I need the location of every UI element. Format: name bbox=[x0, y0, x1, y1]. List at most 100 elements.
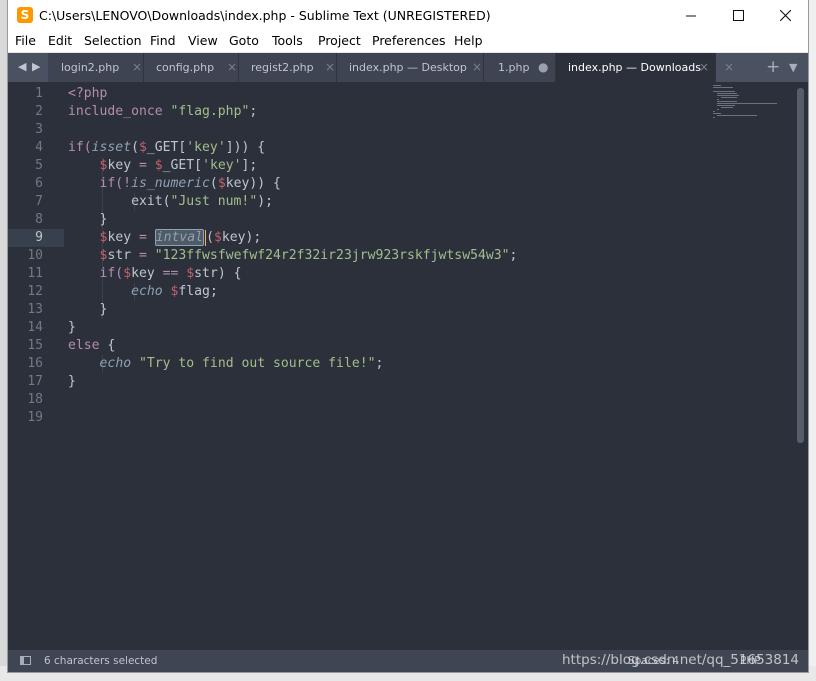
variable: key bbox=[107, 158, 132, 173]
code-line-1: <?php bbox=[68, 85, 107, 103]
variable-sigil: $ bbox=[217, 176, 226, 191]
line-number: 6 bbox=[35, 176, 43, 191]
maximize-button[interactable] bbox=[715, 0, 761, 31]
tab-config[interactable]: config.php × bbox=[144, 53, 239, 82]
code-text: ])) { bbox=[225, 140, 266, 155]
menu-project[interactable]: Project bbox=[318, 33, 361, 48]
minimap-line bbox=[717, 109, 719, 110]
line-number: 7 bbox=[35, 194, 43, 209]
code-text: } bbox=[68, 374, 76, 389]
tab-close-icon[interactable]: × bbox=[472, 60, 482, 74]
tab-index-downloads[interactable]: index.php — Downloads × bbox=[556, 53, 716, 82]
line-number: 10 bbox=[27, 248, 43, 263]
minimap-line bbox=[717, 103, 777, 104]
variable: key bbox=[131, 266, 155, 281]
keyword-echo: echo bbox=[99, 356, 132, 371]
selected-text[interactable]: intval bbox=[154, 229, 205, 246]
menu-edit[interactable]: Edit bbox=[48, 33, 72, 48]
code-text: ( bbox=[209, 176, 218, 191]
scrollbar-thumb[interactable] bbox=[797, 88, 804, 443]
tab-label: login2.php bbox=[61, 61, 120, 74]
operator: = bbox=[131, 158, 155, 173]
menu-help[interactable]: Help bbox=[454, 33, 483, 48]
menu-find[interactable]: Find bbox=[150, 33, 176, 48]
code-line-15: else { bbox=[68, 337, 115, 355]
sidebar-toggle-icon[interactable] bbox=[20, 656, 31, 665]
variable-sigil: $ bbox=[138, 140, 147, 155]
extra-tab-close-icon[interactable]: × bbox=[724, 60, 734, 74]
tab-menu-chevron-down-icon[interactable]: ▼ bbox=[789, 61, 797, 74]
string: 'key' bbox=[186, 140, 226, 155]
tab-close-icon[interactable]: × bbox=[699, 60, 709, 74]
line-number: 15 bbox=[27, 338, 43, 353]
function-name: is_numeric bbox=[131, 176, 210, 191]
code-text: flag; bbox=[178, 284, 218, 299]
minimap-line bbox=[713, 117, 715, 118]
code-text: ; bbox=[509, 248, 518, 263]
tab-regist2[interactable]: regist2.php × bbox=[239, 53, 337, 82]
minimap-line bbox=[721, 97, 737, 98]
menu-preferences[interactable]: Preferences bbox=[372, 33, 446, 48]
minimap-line bbox=[721, 107, 733, 108]
menu-file[interactable]: File bbox=[15, 33, 36, 48]
minimap-line bbox=[713, 85, 721, 86]
tab-1php[interactable]: 1.php ● bbox=[484, 53, 556, 82]
menu-tools[interactable]: Tools bbox=[272, 33, 303, 48]
code-line-5: $key = $_GET['key']; bbox=[68, 157, 258, 175]
tab-close-icon[interactable]: × bbox=[132, 60, 142, 74]
code-line-17: } bbox=[68, 373, 76, 391]
tab-login2[interactable]: login2.php × bbox=[48, 53, 144, 82]
code-text: ; bbox=[249, 104, 258, 119]
line-number: 1 bbox=[35, 86, 43, 101]
minimize-button[interactable] bbox=[668, 0, 714, 31]
close-button[interactable] bbox=[762, 0, 808, 31]
string: "flag.php" bbox=[170, 104, 250, 119]
tab-index-desktop[interactable]: index.php — Desktop × bbox=[337, 53, 484, 82]
menu-selection[interactable]: Selection bbox=[84, 33, 142, 48]
variable: key bbox=[107, 230, 132, 245]
new-tab-plus-icon[interactable]: + bbox=[766, 57, 780, 77]
keyword: else bbox=[68, 338, 100, 353]
unsaved-dot-icon[interactable]: ● bbox=[538, 60, 548, 74]
tab-close-icon[interactable]: × bbox=[325, 60, 335, 74]
tab-scroll-right-icon[interactable]: ▶ bbox=[32, 60, 40, 73]
code-text: { bbox=[99, 338, 116, 353]
selection-status: 6 characters selected bbox=[44, 655, 158, 667]
code-line-12: echo $flag; bbox=[68, 283, 218, 301]
minimap[interactable] bbox=[713, 85, 793, 125]
keyword: if(! bbox=[68, 176, 132, 191]
code-line-16: echo "Try to find out source file!"; bbox=[68, 355, 384, 373]
minimap-line bbox=[713, 87, 733, 88]
line-number: 4 bbox=[35, 140, 43, 155]
minimize-icon bbox=[686, 15, 696, 16]
variable-sigil: $ bbox=[186, 266, 195, 281]
code-text: ( bbox=[131, 140, 139, 155]
menu-view[interactable]: View bbox=[188, 33, 218, 48]
code-text: _GET[ bbox=[146, 140, 187, 155]
status-bar: 6 characters selected Spaces: 4 PHP http… bbox=[8, 650, 808, 672]
code-text: key)) { bbox=[225, 176, 281, 191]
code-line-13: } bbox=[68, 301, 108, 319]
minimap-line bbox=[713, 111, 715, 112]
minimap-line bbox=[717, 99, 719, 100]
keyword-echo: echo bbox=[131, 284, 163, 299]
code-line-8: } bbox=[68, 211, 108, 229]
line-number: 17 bbox=[27, 374, 43, 389]
string: "123ffwsfwefwf24r2f32ir23jrw923rskfjwtsw… bbox=[154, 248, 510, 263]
code-line-6: if(!is_numeric($key)) { bbox=[68, 175, 281, 193]
tab-label: regist2.php bbox=[251, 61, 314, 74]
tab-close-icon[interactable]: × bbox=[227, 60, 237, 74]
tab-scroll-left-icon[interactable]: ◀ bbox=[18, 60, 26, 73]
code-line-10: $str = "123ffwsfwefwf24r2f32ir23jrw923rs… bbox=[68, 247, 518, 265]
string: "Try to find out source file!" bbox=[138, 356, 376, 371]
code-text: } bbox=[68, 302, 108, 317]
line-number: 14 bbox=[27, 320, 43, 335]
code-line-7: exit("Just num!"); bbox=[68, 193, 273, 211]
menu-goto[interactable]: Goto bbox=[229, 33, 259, 48]
